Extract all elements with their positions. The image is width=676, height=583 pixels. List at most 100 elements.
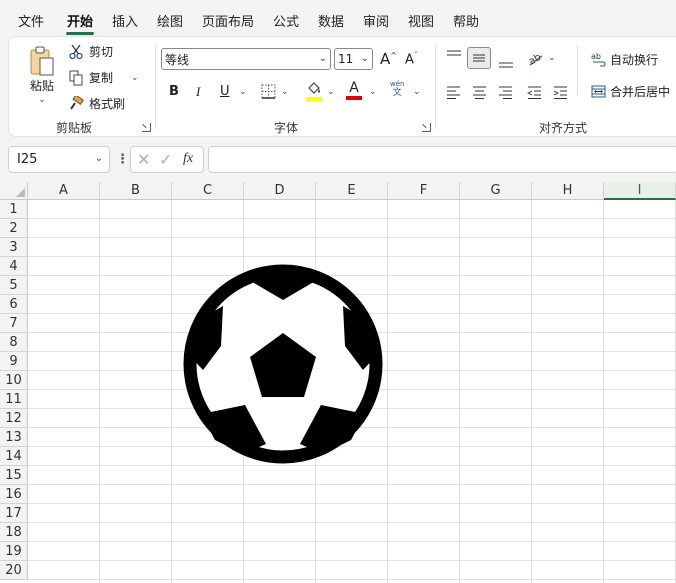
row-header[interactable]: 2 — [0, 219, 28, 238]
copy-button[interactable]: 复制 ⌄ — [69, 69, 139, 86]
bold-button[interactable]: B — [169, 84, 179, 99]
align-top-icon — [447, 50, 461, 56]
chevron-down-icon: ⌄ — [318, 53, 327, 64]
row-header[interactable]: 12 — [0, 409, 28, 428]
select-all-button[interactable] — [0, 182, 28, 200]
formula-input[interactable] — [208, 146, 676, 173]
tab-view[interactable]: 视图 — [408, 11, 434, 30]
align-middle-icon — [473, 54, 485, 62]
italic-button[interactable]: I — [196, 84, 200, 100]
format-painter-icon — [70, 96, 84, 110]
row-header[interactable]: 6 — [0, 295, 28, 314]
column-header-e[interactable]: E — [316, 182, 388, 200]
name-box-value: I25 — [17, 152, 38, 167]
row-header[interactable]: 9 — [0, 352, 28, 371]
align-center-button[interactable] — [472, 86, 487, 99]
phonetic-guide-button[interactable]: wén 文 — [390, 80, 404, 98]
menu-bar: 文件 开始 插入 绘图 页面布局 公式 数据 审阅 视图 帮助 — [0, 0, 676, 36]
more-options-icon[interactable]: ⋮ — [116, 152, 129, 167]
tab-insert[interactable]: 插入 — [112, 11, 138, 30]
chevron-down-icon[interactable]: ⌄ — [327, 87, 335, 97]
align-middle-button[interactable] — [467, 47, 491, 69]
copy-label: 复制 — [89, 71, 114, 85]
font-color-letter: A — [349, 80, 359, 96]
format-painter-button[interactable]: 格式刷 — [69, 95, 125, 112]
ribbon: 粘贴 ⌄ 剪切 复制 ⌄ 格式刷 剪贴板 等线 ⌄ 11 ⌄ A^ Aˇ B I… — [8, 36, 676, 137]
font-color-button[interactable]: A — [346, 81, 362, 100]
chevron-down-icon[interactable]: ⌄ — [369, 87, 377, 97]
chevron-down-icon[interactable]: ⌄ — [131, 73, 139, 83]
increase-font-size-button[interactable]: A^ — [380, 50, 397, 68]
chevron-down-icon: ⌄ — [94, 153, 103, 164]
insert-function-icon[interactable]: fx — [183, 151, 193, 167]
merge-center-icon — [591, 85, 606, 98]
row-header[interactable]: 19 — [0, 542, 28, 561]
confirm-icon[interactable]: ✓ — [159, 150, 172, 169]
row-header[interactable]: 3 — [0, 238, 28, 257]
row-header[interactable]: 16 — [0, 485, 28, 504]
name-box[interactable]: I25 ⌄ — [8, 146, 110, 173]
cancel-icon[interactable]: ✕ — [137, 150, 150, 169]
borders-icon — [261, 84, 276, 99]
tab-home[interactable]: 开始 — [67, 11, 93, 30]
align-top-button[interactable] — [446, 50, 462, 62]
row-header[interactable]: 8 — [0, 333, 28, 352]
align-right-button[interactable] — [498, 86, 513, 99]
clipboard-launcher-icon[interactable] — [142, 123, 151, 132]
orientation-button[interactable]: ab ⌄ — [527, 50, 556, 66]
wrap-text-button[interactable]: ab 自动换行 — [591, 51, 658, 68]
group-divider — [435, 45, 436, 129]
row-header[interactable]: 7 — [0, 314, 28, 333]
column-header-c[interactable]: C — [172, 182, 244, 200]
format-painter-label: 格式刷 — [89, 97, 126, 111]
merge-center-button[interactable]: 合并后居中 — [591, 83, 670, 100]
decrease-indent-button[interactable] — [527, 86, 542, 99]
font-name-combo[interactable]: 等线 ⌄ — [161, 48, 331, 70]
font-name-value: 等线 — [165, 52, 190, 67]
tab-draw[interactable]: 绘图 — [157, 11, 183, 30]
tab-file[interactable]: 文件 — [18, 11, 44, 30]
font-launcher-icon[interactable] — [422, 123, 431, 132]
tab-data[interactable]: 数据 — [318, 11, 344, 30]
font-size-combo[interactable]: 11 ⌄ — [334, 48, 373, 70]
row-header[interactable]: 15 — [0, 466, 28, 485]
column-header-a[interactable]: A — [28, 182, 100, 200]
tab-review[interactable]: 审阅 — [363, 11, 389, 30]
soccer-ball-icon[interactable] — [183, 264, 383, 464]
fill-color-button[interactable] — [306, 82, 322, 101]
row-header[interactable]: 20 — [0, 561, 28, 580]
row-header[interactable]: 18 — [0, 523, 28, 542]
borders-button[interactable]: ⌄ — [261, 84, 289, 99]
align-left-button[interactable] — [446, 86, 461, 99]
alignment-group-label: 对齐方式 — [539, 121, 588, 135]
chevron-down-icon: ⌄ — [281, 86, 289, 97]
row-header[interactable]: 4 — [0, 257, 28, 276]
chevron-down-icon[interactable]: ⌄ — [239, 87, 247, 97]
underline-button[interactable]: U — [220, 84, 230, 99]
align-bottom-button[interactable] — [498, 57, 514, 69]
font-group-label: 字体 — [274, 121, 299, 135]
row-header[interactable]: 13 — [0, 428, 28, 447]
cut-label: 剪切 — [89, 45, 114, 59]
tab-page-layout[interactable]: 页面布局 — [202, 11, 254, 30]
row-header[interactable]: 1 — [0, 200, 28, 219]
paste-button[interactable]: 粘贴 ⌄ — [27, 45, 57, 105]
column-header-b[interactable]: B — [100, 182, 172, 200]
increase-indent-button[interactable] — [553, 86, 568, 99]
tab-formulas[interactable]: 公式 — [273, 11, 299, 30]
row-header[interactable]: 14 — [0, 447, 28, 466]
cut-button[interactable]: 剪切 — [69, 43, 113, 60]
row-header[interactable]: 10 — [0, 371, 28, 390]
row-header[interactable]: 11 — [0, 390, 28, 409]
chevron-down-icon[interactable]: ⌄ — [38, 95, 46, 105]
row-header[interactable]: 5 — [0, 276, 28, 295]
column-header-f[interactable]: F — [388, 182, 460, 200]
column-header-h[interactable]: H — [532, 182, 604, 200]
row-header[interactable]: 17 — [0, 504, 28, 523]
chevron-down-icon[interactable]: ⌄ — [413, 87, 421, 97]
column-header-g[interactable]: G — [460, 182, 532, 200]
column-header-d[interactable]: D — [244, 182, 316, 200]
decrease-font-size-button[interactable]: Aˇ — [405, 51, 418, 67]
column-header-i[interactable]: I — [604, 182, 676, 200]
tab-help[interactable]: 帮助 — [453, 11, 479, 30]
